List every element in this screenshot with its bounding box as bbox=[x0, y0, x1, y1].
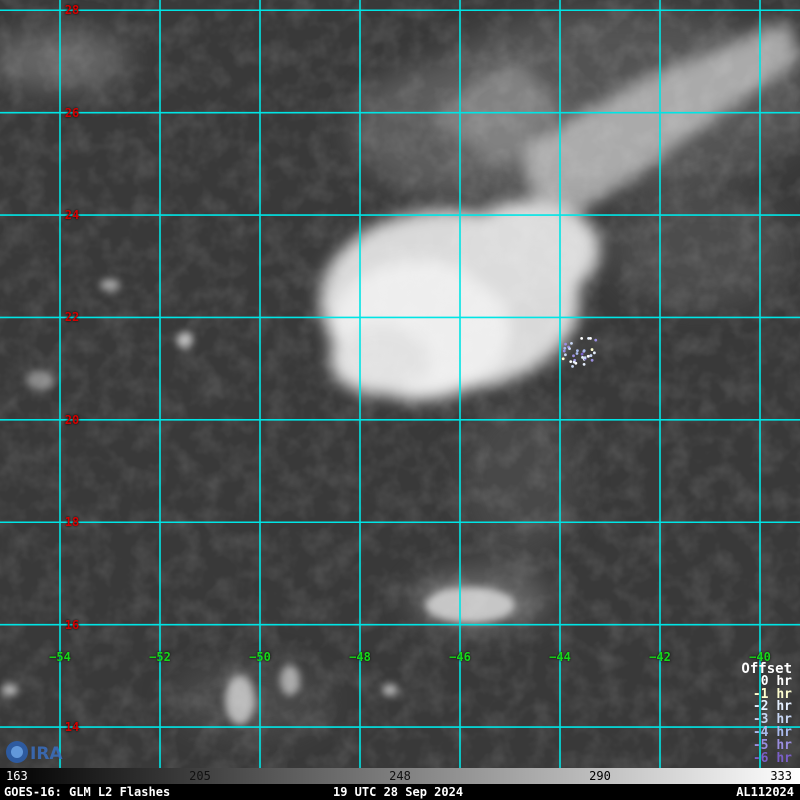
cira-logo-icon: IRA bbox=[6, 741, 63, 764]
lightning-flash bbox=[580, 336, 584, 340]
colorbar-tick: 205 bbox=[189, 769, 211, 783]
lightning-flash bbox=[590, 348, 594, 351]
longitude-label: −44 bbox=[549, 650, 571, 664]
longitude-label: −50 bbox=[249, 650, 271, 664]
footer-timestamp: 19 UTC 28 Sep 2024 bbox=[333, 785, 464, 799]
latitude-label: 16 bbox=[64, 617, 80, 632]
lightning-flash bbox=[592, 351, 596, 355]
lightning-flash bbox=[563, 346, 567, 350]
latitude-label: 28 bbox=[64, 3, 80, 18]
colorbar-tick: 290 bbox=[589, 769, 611, 783]
lightning-flash bbox=[562, 349, 566, 353]
lightning-flash bbox=[570, 342, 573, 345]
cloud-texture bbox=[0, 0, 800, 768]
lightning-flash bbox=[572, 360, 576, 364]
latitude-label: 26 bbox=[64, 105, 80, 120]
longitude-label: −52 bbox=[149, 650, 171, 664]
longitude-label: −42 bbox=[649, 650, 671, 664]
latitude-label: 24 bbox=[64, 208, 80, 223]
lightning-flash bbox=[576, 349, 579, 352]
colorbar-tick: 333 bbox=[770, 769, 792, 783]
lightning-flash bbox=[568, 347, 571, 351]
offset-legend: Offset 0 hr -1 hr -2 hr -3 hr -4 hr -5 hr -6 h… bbox=[741, 662, 792, 766]
lightning-flash bbox=[580, 352, 584, 356]
lightning-flash bbox=[564, 353, 567, 357]
lightning-flash bbox=[594, 338, 598, 342]
legend-entry: -6 hr bbox=[752, 750, 792, 766]
footer-storm-id: AL112024 bbox=[736, 785, 794, 799]
lightning-flash bbox=[571, 364, 574, 368]
latitude-label: 22 bbox=[64, 310, 80, 325]
longitude-label: −48 bbox=[349, 650, 371, 664]
satellite-imagery bbox=[0, 0, 800, 768]
colorbar-tick: 163 bbox=[6, 769, 28, 783]
lightning-flash bbox=[581, 355, 584, 359]
footer-bar: GOES-16: GLM L2 Flashes 19 UTC 28 Sep 20… bbox=[0, 784, 800, 800]
lightning-flash bbox=[572, 354, 575, 358]
lightning-flash bbox=[586, 354, 590, 358]
lightning-flash bbox=[561, 357, 565, 361]
colorbar-tick: 248 bbox=[389, 769, 411, 783]
lightning-flash bbox=[583, 356, 587, 360]
latitude-label: 18 bbox=[64, 515, 80, 530]
lightning-flash bbox=[569, 360, 573, 364]
lightning-flash bbox=[564, 342, 567, 346]
lightning-flash bbox=[575, 352, 579, 355]
lightning-flash bbox=[589, 354, 593, 357]
footer-product: GOES-16: GLM L2 Flashes bbox=[4, 785, 171, 799]
lightning-flash bbox=[582, 362, 586, 366]
lightning-flash bbox=[590, 358, 594, 362]
latitude-label: 14 bbox=[64, 720, 80, 735]
satellite-map: 28 26 24 22 20 18 16 14 −54 −52 −50 −48 −46 −44 −42 −4… bbox=[0, 0, 800, 800]
lightning-flash bbox=[589, 336, 592, 340]
longitude-label: −54 bbox=[49, 650, 71, 664]
svg-text:IRA: IRA bbox=[30, 744, 63, 764]
lightning-flash bbox=[582, 349, 586, 353]
latitude-label: 20 bbox=[64, 412, 80, 427]
longitude-label: −46 bbox=[449, 650, 471, 664]
